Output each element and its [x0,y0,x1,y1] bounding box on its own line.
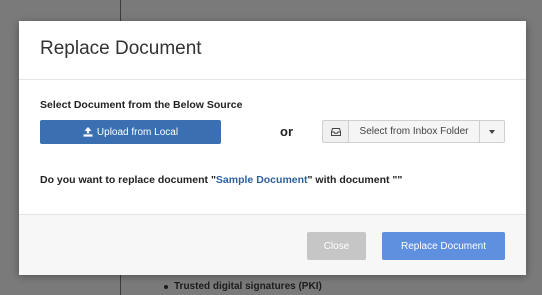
modal-footer: Close Replace Document [19,214,526,275]
upload-button-label: Upload from Local [96,126,179,138]
modal-header: Replace Document [19,21,526,80]
source-label: Select Document from the Below Source [40,99,243,111]
inbox-icon-button[interactable] [323,121,349,142]
replace-document-modal: Replace Document Select Document from th… [19,21,526,275]
inbox-folder-label[interactable]: Select from Inbox Folder [349,121,480,142]
modal-body: Select Document from the Below Source Up… [19,80,526,214]
replace-confirmation-text: Do you want to replace document "Sample … [40,174,402,186]
question-middle: " with document " [307,174,398,186]
modal-title: Replace Document [40,38,202,59]
upload-icon [83,127,93,137]
background-list-item: Trusted digital signatures (PKI) [162,280,322,294]
inbox-folder-dropdown[interactable]: Select from Inbox Folder [322,120,505,143]
question-prefix: Do you want to replace document " [40,174,216,186]
chevron-down-icon [489,129,495,134]
question-suffix: " [397,174,403,186]
dropdown-toggle[interactable] [480,121,504,142]
close-button[interactable]: Close [307,232,366,260]
upload-from-local-button[interactable]: Upload from Local [40,120,221,144]
replace-document-button[interactable]: Replace Document [382,232,505,260]
current-document-name: Sample Document [215,174,308,186]
or-separator: or [280,124,293,139]
inbox-icon [330,127,341,136]
